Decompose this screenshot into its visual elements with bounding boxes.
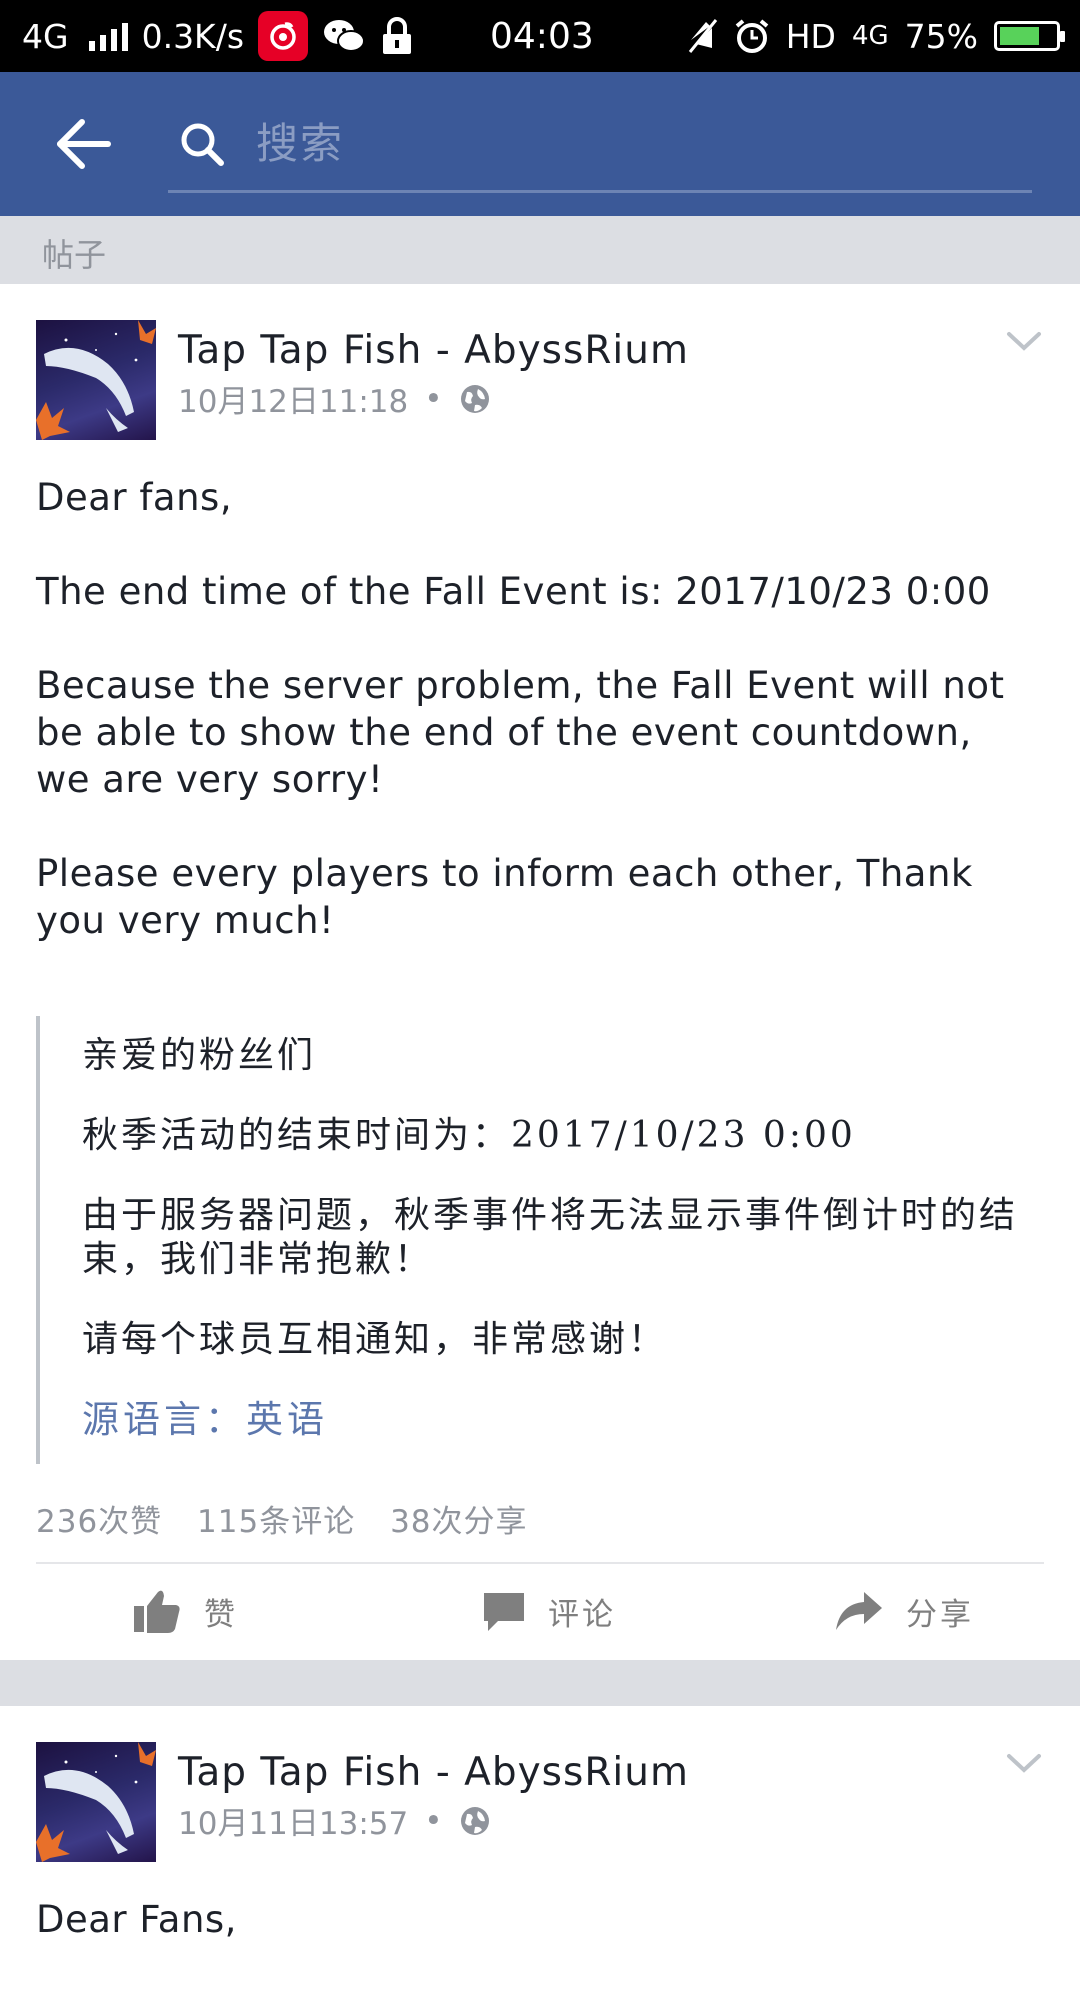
translation-paragraph: 秋季活动的结束时间为：2017/10/23 0:00 [82, 1115, 856, 1156]
post-paragraph: Please every players to inform each othe… [36, 852, 973, 942]
avatar[interactable] [36, 1742, 156, 1862]
network-type: 4G [22, 16, 69, 56]
comment-button[interactable]: 评论 [482, 1566, 616, 1656]
post-card: Tap Tap Fish - AbyssRium 10月11日13:57 • D… [0, 1706, 1080, 1941]
post-meta: 10月11日13:57 • [178, 1798, 491, 1843]
avatar[interactable] [36, 320, 156, 440]
post-options-chevron-icon[interactable] [1006, 330, 1042, 352]
source-language-link[interactable]: 源语言：英语 [82, 1398, 1046, 1442]
search-icon [181, 123, 224, 166]
section-label: 帖子 [0, 216, 1080, 284]
post-paragraph: Dear fans, [36, 476, 233, 519]
back-arrow-icon[interactable] [54, 116, 114, 172]
post-author[interactable]: Tap Tap Fish - AbyssRium [178, 1750, 689, 1795]
post-paragraph: The end time of the Fall Event is: 2017/… [36, 570, 991, 613]
share-button[interactable]: 分享 [834, 1566, 974, 1656]
status-bar-right: HD 4G 75% [688, 0, 1065, 72]
search-underline [168, 190, 1032, 193]
post-timestamp[interactable]: 10月12日11:18 [178, 376, 408, 421]
post-meta: 10月12日11:18 • [178, 376, 491, 421]
hd-indicator: HD [785, 16, 836, 56]
meta-separator: • [424, 380, 443, 417]
search-header: 搜索 [0, 72, 1080, 216]
like-label: 赞 [204, 1596, 238, 1633]
battery-percent: 75% [904, 16, 978, 56]
post-body: Dear Fans, [36, 1896, 1036, 1990]
post-body: Dear fans, The end time of the Fall Even… [36, 474, 1036, 991]
mute-icon [688, 19, 717, 53]
comment-icon [484, 1593, 524, 1631]
translation-paragraph: 由于服务器问题，秋季事件将无法显示事件倒计时的结束，我们非常抱歉！ [82, 1195, 1019, 1280]
network-speed: 0.3K/s [141, 16, 245, 56]
post-actions: 赞 评论 分享 [0, 1566, 1080, 1656]
thumbs-up-icon [134, 1590, 180, 1633]
post-options-chevron-icon[interactable] [1006, 1752, 1042, 1774]
feed-separator [0, 1660, 1080, 1706]
translation-paragraph: 请每个球员互相通知，非常感谢！ [82, 1319, 668, 1360]
translation-paragraph: 亲爱的粉丝们 [82, 1035, 317, 1076]
post-timestamp[interactable]: 10月11日13:57 [178, 1798, 408, 1843]
post-author[interactable]: Tap Tap Fish - AbyssRium [178, 328, 689, 373]
like-button[interactable]: 赞 [132, 1566, 238, 1656]
share-label: 分享 [906, 1596, 974, 1633]
share-count[interactable]: 38次分享 [390, 1504, 527, 1540]
status-time: 04:03 [490, 15, 594, 57]
post-card: Tap Tap Fish - AbyssRium 10月12日11:18 • D… [0, 284, 1080, 1660]
globe-icon [460, 1806, 489, 1835]
status-bar: 4G 0.3K/s 04:03 HD 4G 75% [0, 0, 1080, 72]
status-bar-left: 4G 0.3K/s [22, 0, 414, 72]
search-input[interactable]: 搜索 [256, 116, 1016, 172]
globe-icon [460, 384, 489, 413]
like-count[interactable]: 236次赞 [36, 1504, 162, 1540]
battery-icon [994, 21, 1065, 51]
comment-label: 评论 [548, 1596, 616, 1633]
share-arrow-icon [836, 1592, 882, 1630]
comment-count[interactable]: 115条评论 [197, 1504, 355, 1540]
section-label-text: 帖子 [42, 236, 107, 274]
meta-separator: • [424, 1802, 443, 1839]
translation-block: 亲爱的粉丝们 秋季活动的结束时间为：2017/10/23 0:00 由于服务器问… [36, 1016, 1046, 1464]
network-type-right: 4G [851, 21, 889, 51]
divider [36, 1562, 1044, 1564]
post-paragraph: Because the server problem, the Fall Eve… [36, 664, 1005, 801]
post-stats: 236次赞 115条评论 38次分享 [36, 1496, 552, 1541]
lock-icon [383, 17, 412, 54]
wechat-icon [324, 20, 366, 52]
signal-icon [88, 21, 128, 51]
netease-music-icon [258, 11, 309, 61]
alarm-icon [735, 19, 768, 53]
